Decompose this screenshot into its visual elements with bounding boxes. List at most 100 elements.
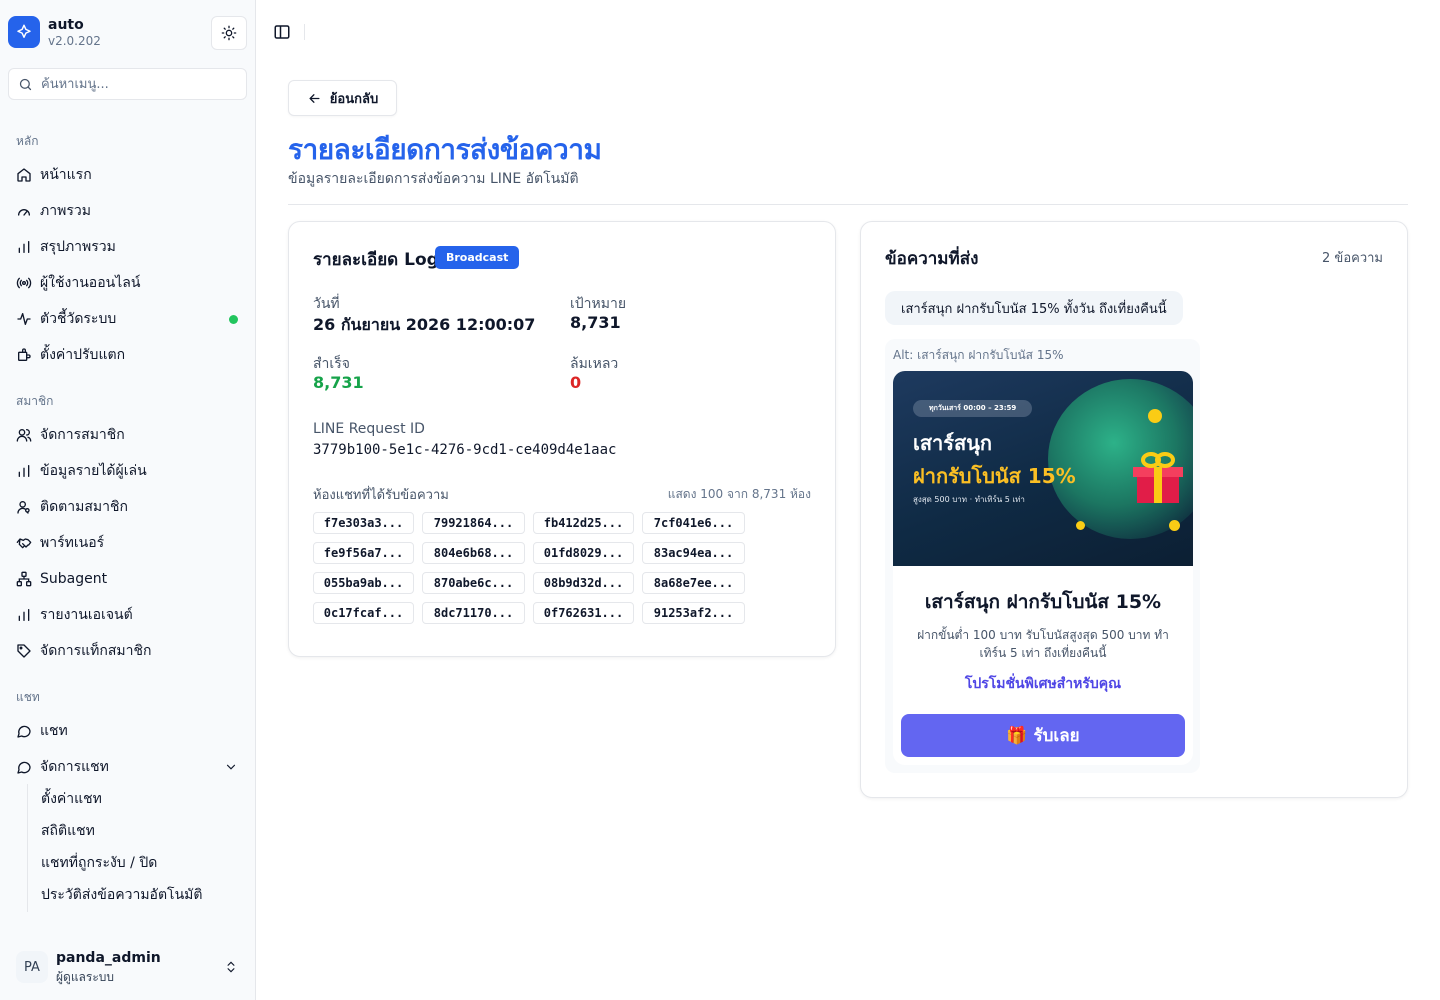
hero-bonus-headline: ฝากรับโบนัส 15% — [913, 464, 1076, 488]
sidebar: auto v2.0.202 หลัก หน้าแรก ภาพรวม สรุปภา… — [0, 0, 256, 1000]
nav-item-label: หน้าแรก — [40, 167, 92, 183]
nav-item-label: ผู้ใช้งานออนไลน์ — [40, 275, 141, 291]
request-id-value: 3779b100-5e1c-4276-9cd1-ce409d4e1aac — [313, 442, 617, 458]
nav-subitem-auto-message-history[interactable]: ประวัติส่งข้อความอัตโนมัติ — [33, 881, 243, 909]
room-id-chip: 804e6b68... — [422, 542, 525, 564]
promo-hero-image: ทุกวันเสาร์ 00:00 – 23:59 เสาร์สนุก ฝากร… — [893, 371, 1193, 566]
nav-section-main: หลัก — [16, 134, 39, 148]
rooms-label: ห้องแชทที่ได้รับข้อความ — [313, 488, 449, 503]
nav-item-label: ภาพรวม — [40, 203, 91, 219]
nav-item-system-metrics[interactable]: ตัวชี้วัดระบบ — [8, 303, 248, 335]
user-role: ผู้ดูแลระบบ — [56, 970, 115, 984]
nav-item-agent-report[interactable]: รายงานเอเจนต์ — [8, 599, 248, 631]
toolbar-separator — [304, 24, 305, 40]
hero-fine-print: สูงสุด 500 บาท · ทำเทิร์น 5 เท่า — [913, 495, 1025, 504]
nav-subitem-suspended-chats[interactable]: แชทที่ถูกระงับ / ปิด — [33, 849, 243, 877]
avatar: PA — [16, 951, 48, 983]
claim-button[interactable]: 🎁 รับเลย — [901, 714, 1185, 757]
hero-headline: เสาร์สนุก — [913, 431, 993, 455]
submenu-guide-line — [27, 784, 28, 912]
promo-link-text: โปรโมชั่นพิเศษสำหรับคุณ — [964, 676, 1122, 692]
back-button-label: ย้อนกลับ — [329, 91, 379, 107]
user-name: panda_admin — [56, 950, 161, 966]
log-details-card: รายละเอียด Log Broadcast วันที่ 26 กันยา… — [288, 221, 836, 657]
nav-item-manage-members[interactable]: จัดการสมาชิก — [8, 419, 248, 451]
room-id-chip: 08b9d32d... — [533, 572, 634, 594]
panel-left-icon — [274, 25, 290, 39]
message-circle-icon — [16, 723, 32, 739]
tag-icon — [16, 643, 32, 659]
flex-message-card: ทุกวันเสาร์ 00:00 – 23:59 เสาร์สนุก ฝากร… — [893, 371, 1193, 765]
nav-item-label: Subagent — [40, 571, 108, 587]
nav-item-label: ตัวชี้วัดระบบ — [40, 311, 117, 327]
user-menu[interactable]: PA panda_admin ผู้ดูแลระบบ — [8, 940, 248, 992]
nav-item-label: จัดการสมาชิก — [40, 427, 125, 443]
menu-search-input[interactable] — [41, 69, 241, 99]
user-search-icon — [16, 499, 32, 515]
message-circle-icon — [16, 759, 32, 775]
nav-item-label: ติดตามสมาชิก — [40, 499, 128, 515]
app-name: auto — [48, 17, 84, 33]
flex-message-container: Alt: เสาร์สนุก ฝากรับโบนัส 15% ทุกวันเสา… — [885, 339, 1200, 773]
nav-item-customize[interactable]: ตั้งค่าปรับแตก — [8, 339, 248, 371]
log-card-title: รายละเอียด Log — [313, 250, 439, 270]
failed-value: 0 — [570, 373, 582, 392]
nav-item-online-users[interactable]: ผู้ใช้งานออนไลน์ — [8, 267, 248, 299]
nav-item-subagent[interactable]: Subagent — [8, 563, 248, 595]
nav-item-chat[interactable]: แชท — [8, 715, 248, 747]
hero-dot-decoration — [1148, 409, 1162, 423]
rooms-count: แสดง 100 จาก 8,731 ห้อง — [667, 487, 811, 501]
flex-alt-text: Alt: เสาร์สนุก ฝากรับโบนัส 15% — [893, 348, 1064, 362]
network-icon — [16, 571, 32, 587]
back-button[interactable]: ย้อนกลับ — [288, 80, 397, 116]
sidebar-toggle-button[interactable] — [270, 20, 294, 44]
failed-label: ล้มเหลว — [570, 356, 619, 372]
nav-item-manage-chat[interactable]: จัดการแชท — [8, 751, 248, 783]
date-value: 26 กันยายน 2026 12:00:07 — [313, 315, 536, 334]
room-id-chip: 83ac94ea... — [642, 542, 745, 564]
room-id-chip: 0f762631... — [533, 602, 634, 624]
theme-toggle-button[interactable] — [211, 16, 247, 50]
nav-item-home[interactable]: หน้าแรก — [8, 159, 248, 191]
radio-signal-icon — [16, 275, 32, 291]
puzzle-icon — [16, 347, 32, 363]
app-version: v2.0.202 — [48, 34, 101, 48]
nav-item-label: สรุปภาพรวม — [40, 239, 116, 255]
nav-item-player-income[interactable]: ข้อมูลรายได้ผู้เล่น — [8, 455, 248, 487]
chevrons-up-down-icon — [227, 961, 235, 973]
nav-item-label: ตั้งค่าปรับแตก — [40, 347, 126, 363]
room-id-chip: 0c17fcaf... — [313, 602, 414, 624]
handshake-icon — [16, 535, 32, 551]
nav-item-track-members[interactable]: ติดตามสมาชิก — [8, 491, 248, 523]
room-id-chip: 01fd8029... — [533, 542, 634, 564]
gauge-icon — [16, 203, 32, 219]
nav-item-summary[interactable]: สรุปภาพรวม — [8, 231, 248, 263]
nav-item-member-tags[interactable]: จัดการแท็กสมาชิก — [8, 635, 248, 667]
target-label: เป้าหมาย — [570, 296, 627, 312]
nav-subitem-chat-stats[interactable]: สถิติแชท — [33, 817, 243, 845]
bar-chart-icon — [16, 463, 32, 479]
room-id-chip: f7e303a3... — [313, 512, 414, 534]
messages-card-title: ข้อความที่ส่ง — [885, 249, 979, 269]
nav-item-label: พาร์ทเนอร์ — [40, 535, 105, 551]
nav-item-label: จัดการแท็กสมาชิก — [40, 643, 152, 659]
promo-description: ฝากขั้นต่ำ 100 บาท รับโบนัสสูงสุด 500 บา… — [917, 628, 1169, 660]
nav-item-label: จัดการแชท — [40, 759, 109, 775]
hero-dot-decoration — [1076, 521, 1085, 530]
chevron-down-icon — [226, 764, 236, 770]
nav-subitem-chat-settings[interactable]: ตั้งค่าแชท — [33, 785, 243, 813]
online-status-dot — [229, 315, 238, 324]
nav-item-overview[interactable]: ภาพรวม — [8, 195, 248, 227]
nav-section-chat: แชท — [16, 690, 40, 704]
menu-search[interactable] — [8, 68, 247, 100]
room-id-chip: 8dc71170... — [422, 602, 525, 624]
room-id-chip: fe9f56a7... — [313, 542, 414, 564]
text-message-bubble: เสาร์สนุก ฝากรับโบนัส 15% ทั้งวัน ถึงเที… — [885, 291, 1183, 325]
room-id-chip: 7cf041e6... — [642, 512, 745, 534]
gift-box-icon — [1133, 452, 1183, 503]
nav-item-partners[interactable]: พาร์ทเนอร์ — [8, 527, 248, 559]
promo-title: เสาร์สนุก ฝากรับโบนัส 15% — [924, 591, 1162, 613]
room-id-chip: 91253af2... — [642, 602, 745, 624]
bar-chart-icon — [16, 607, 32, 623]
message-count: 2 ข้อความ — [1322, 251, 1383, 266]
